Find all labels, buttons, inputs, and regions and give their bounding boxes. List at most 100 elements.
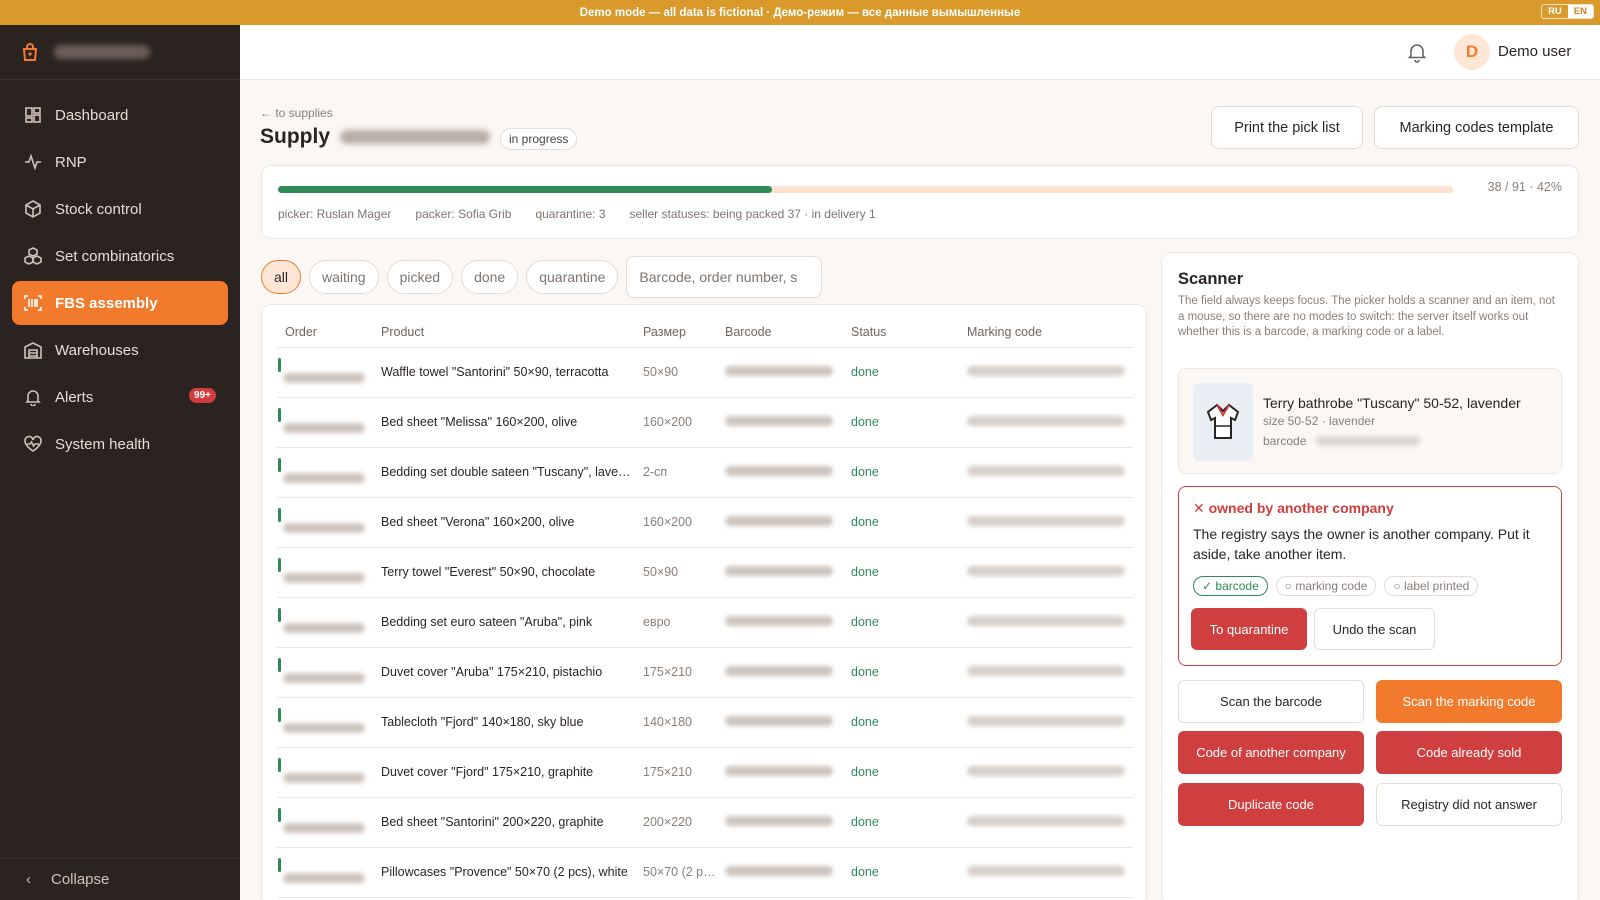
item-thumbnail — [1193, 383, 1253, 461]
barcode-redacted — [725, 866, 833, 876]
product-cell: Bedding set double sateen "Tuscany", lav… — [373, 447, 635, 498]
progress-card: 38 / 91 · 42% picker: Ruslan Mager packe… — [261, 165, 1579, 239]
table-row[interactable]: Pillowcases "Provence" 50×70 (2 pcs), wh… — [277, 847, 1133, 898]
sidebar-item-dashboard[interactable]: Dashboard — [12, 93, 228, 137]
lang-en[interactable]: EN — [1567, 5, 1593, 18]
marking-code-redacted — [967, 466, 1125, 476]
filter-chip-waiting[interactable]: waiting — [309, 260, 379, 294]
row-status-marker — [278, 857, 281, 872]
column-header-marking-code[interactable]: Marking code — [959, 317, 1133, 348]
column-header-product[interactable]: Product — [373, 317, 635, 348]
code-already-sold-button[interactable]: Code already sold — [1376, 731, 1562, 774]
marking-code-redacted — [967, 716, 1125, 726]
barcode-cell — [717, 697, 843, 748]
search-input[interactable] — [626, 256, 823, 298]
column-header-status[interactable]: Status — [843, 317, 959, 348]
sidebar-item-system-health[interactable]: System health — [12, 422, 228, 466]
print-pick-list-button[interactable]: Print the pick list — [1211, 106, 1363, 149]
activity-icon — [25, 153, 41, 171]
sidebar: Dashboard RNP Stock control Set combinat… — [0, 25, 240, 900]
table-row[interactable]: Bed sheet "Melissa" 160×200, olive 160×20… — [277, 397, 1133, 448]
sidebar-item-label: RNP — [55, 153, 87, 171]
to-quarantine-button[interactable]: To quarantine — [1191, 608, 1307, 650]
product-cell: Bedding set euro sateen "Aruba", pink — [373, 597, 635, 648]
picker-label: picker: Ruslan Mager — [278, 207, 392, 221]
packer-label: packer: Sofia Grib — [415, 207, 512, 221]
table-row[interactable]: Waffle towel "Santorini" 50×90, terracot… — [277, 347, 1133, 398]
lang-ru[interactable]: RU — [1542, 5, 1568, 18]
row-status-marker — [278, 457, 281, 472]
notifications-bell-icon[interactable] — [1406, 41, 1428, 63]
order-cell — [277, 697, 373, 748]
barcode-redacted — [725, 566, 833, 576]
filter-chip-picked[interactable]: picked — [386, 260, 454, 294]
dashboard-icon — [25, 107, 41, 123]
table-row[interactable]: Bed sheet "Santorini" 200×220, graphite 2… — [277, 797, 1133, 848]
demo-banner: Demo mode — all data is fictional · Демо… — [0, 0, 1600, 25]
brand[interactable] — [0, 25, 240, 80]
sidebar-item-label: Dashboard — [55, 106, 129, 124]
sidebar-item-stock-control[interactable]: Stock control — [12, 187, 228, 231]
filter-chip-all[interactable]: all — [261, 260, 302, 294]
step-barcode: ✓ barcode — [1193, 576, 1268, 596]
scan-barcode-button[interactable]: Scan the barcode — [1178, 680, 1364, 723]
registry-did-not-answer-button[interactable]: Registry did not answer — [1376, 783, 1562, 826]
language-switch[interactable]: RU EN — [1541, 4, 1594, 19]
sidebar-item-set-combinatorics[interactable]: Set combinatorics — [12, 234, 228, 278]
order-cell — [277, 847, 373, 898]
table-row[interactable]: Duvet cover "Fjord" 175×210, graphite 175… — [277, 747, 1133, 798]
row-status-marker — [278, 407, 281, 422]
table-row[interactable]: Tablecloth "Fjord" 140×180, sky blue 140×… — [277, 697, 1133, 748]
marking-code-cell — [959, 847, 1133, 898]
barcode-cell — [717, 347, 843, 398]
column-header-size[interactable]: Размер — [635, 317, 717, 348]
heart-pulse-icon — [24, 435, 42, 452]
duplicate-code-button[interactable]: Duplicate code — [1178, 783, 1364, 826]
sidebar-item-fbs-assembly[interactable]: FBS assembly — [12, 281, 228, 325]
filter-chip-quarantine[interactable]: quarantine — [526, 260, 619, 294]
items-table-card: Order Product Размер Barcode Status Mark… — [261, 304, 1147, 900]
sidebar-item-warehouses[interactable]: Warehouses — [12, 328, 228, 372]
supply-id-redacted — [340, 130, 491, 144]
sidebar-item-rnp[interactable]: RNP — [12, 140, 228, 184]
items-table: Order Product Размер Barcode Status Mark… — [277, 317, 1133, 898]
page-title-text: Supply — [260, 125, 331, 148]
filter-chip-done[interactable]: done — [461, 260, 519, 294]
column-header-order[interactable]: Order — [277, 317, 373, 348]
chevron-left-icon: ‹ — [26, 871, 31, 888]
order-number-redacted — [283, 372, 365, 383]
avatar[interactable]: D — [1454, 34, 1490, 70]
barcode-label: barcode — [1263, 434, 1307, 448]
column-header-barcode[interactable]: Barcode — [717, 317, 843, 348]
collapse-sidebar-button[interactable]: ‹ Collapse — [0, 858, 240, 900]
sidebar-item-alerts[interactable]: Alerts 99+ — [12, 375, 228, 419]
marking-code-redacted — [967, 366, 1125, 376]
table-row[interactable]: Bedding set euro sateen "Aruba", pink евр… — [277, 597, 1133, 648]
collapse-label: Collapse — [51, 871, 110, 888]
table-row[interactable]: Bedding set double sateen "Tuscany", lav… — [277, 447, 1133, 498]
size-cell: 140×180 — [635, 697, 717, 748]
scan-icon — [24, 295, 42, 311]
row-status-marker — [278, 507, 281, 522]
step-marking-code: ○ marking code — [1275, 576, 1377, 596]
undo-scan-button[interactable]: Undo the scan — [1314, 608, 1435, 650]
product-cell: Pillowcases "Provence" 50×70 (2 pcs), wh… — [373, 847, 635, 898]
brand-name-redacted — [54, 45, 150, 59]
scan-marking-code-button[interactable]: Scan the marking code — [1376, 680, 1562, 723]
marking-code-cell — [959, 447, 1133, 498]
status-cell: done — [843, 847, 959, 898]
user-name[interactable]: Demo user — [1498, 43, 1571, 60]
barcode-value-redacted — [1316, 436, 1421, 446]
table-row[interactable]: Duvet cover "Aruba" 175×210, pistachio 17… — [277, 647, 1133, 698]
size-cell: 160×200 — [635, 397, 717, 448]
back-to-supplies-link[interactable]: ← to supplies — [260, 106, 333, 120]
status-cell: done — [843, 647, 959, 698]
order-number-redacted — [283, 872, 365, 883]
code-of-another-company-button[interactable]: Code of another company — [1178, 731, 1364, 774]
size-cell: евро — [635, 597, 717, 648]
table-row[interactable]: Bed sheet "Verona" 160×200, olive 160×200… — [277, 497, 1133, 548]
row-status-marker — [278, 607, 281, 622]
order-number-redacted — [283, 772, 365, 783]
table-row[interactable]: Terry towel "Everest" 50×90, chocolate 50… — [277, 547, 1133, 598]
marking-codes-template-button[interactable]: Marking codes template — [1374, 106, 1579, 149]
